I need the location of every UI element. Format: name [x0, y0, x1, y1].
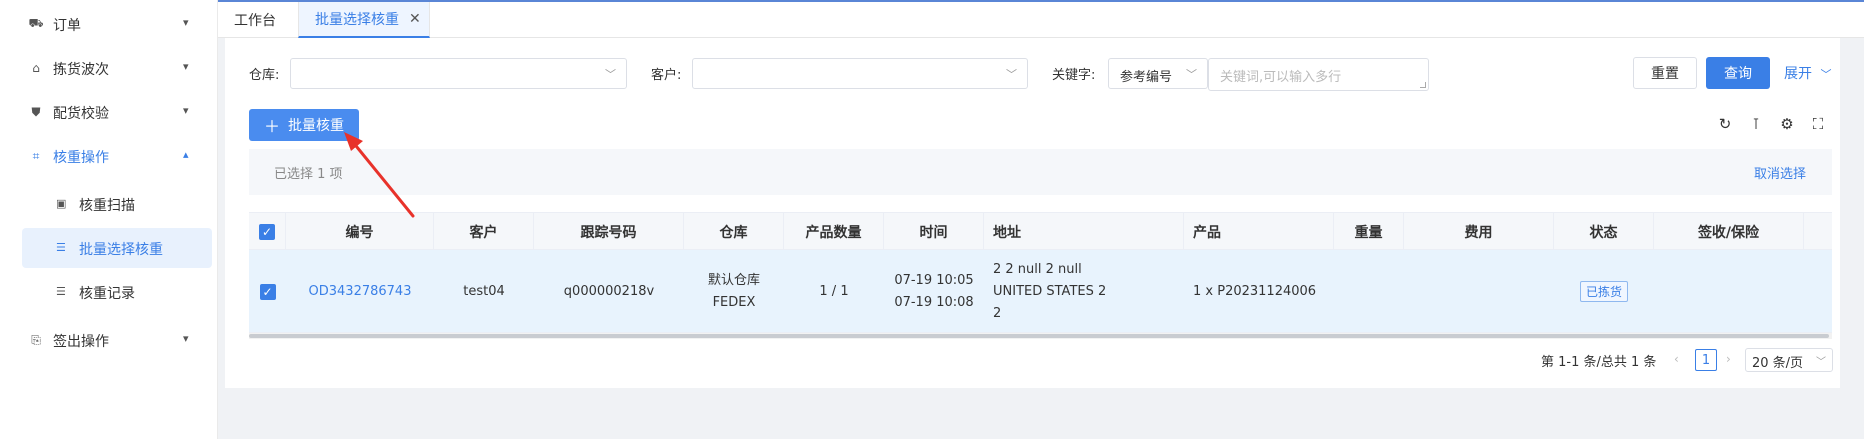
annotation-arrow-shaft: [350, 139, 415, 218]
annotation-arrow-head: [344, 132, 363, 151]
annotation-arrow: [344, 132, 415, 218]
